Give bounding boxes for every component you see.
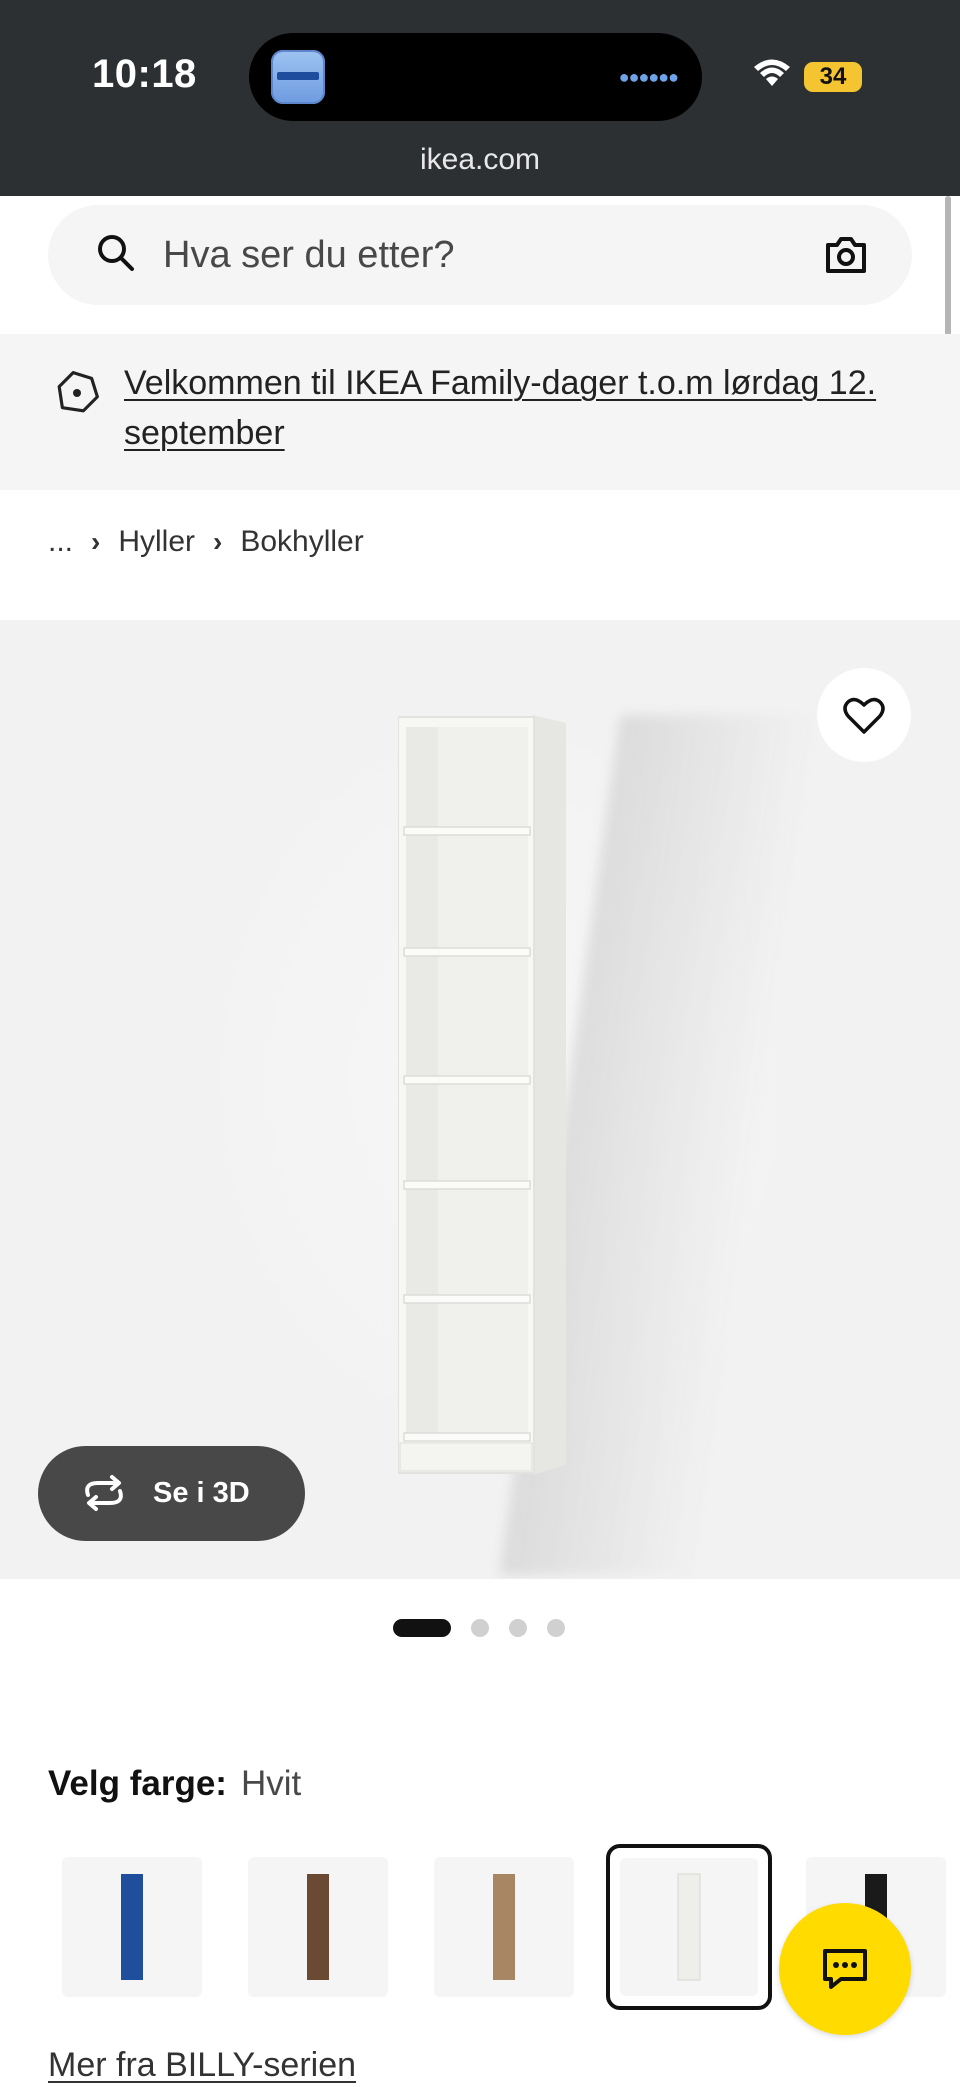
search-icon[interactable] <box>92 229 140 277</box>
url-bar[interactable]: ikea.com <box>0 143 960 177</box>
bookcase-thumbnail <box>121 1874 143 1980</box>
bookcase-thumbnail <box>493 1874 515 1980</box>
breadcrumb: ... › Hyller › Bokhyller <box>48 520 364 564</box>
view-3d-label: Se i 3D <box>153 1477 250 1509</box>
breadcrumb-item-hyller[interactable]: Hyller <box>118 525 195 559</box>
search-bar[interactable] <box>48 205 912 305</box>
selected-color-value: Hvit <box>240 1764 302 1803</box>
billy-series-link[interactable]: Mer fra BILLY-serien <box>48 2046 356 2085</box>
breadcrumb-more[interactable]: ... <box>48 525 73 559</box>
product-image-gallery[interactable] <box>0 620 960 1579</box>
color-selector-header: Velg farge: Hvit <box>48 1764 301 1804</box>
color-swatch-oak[interactable] <box>434 1857 574 1997</box>
heart-icon <box>843 697 885 734</box>
live-activity-dots-icon: ●●●●●● <box>618 67 679 87</box>
bookcase-thumbnail <box>677 1873 701 1981</box>
color-swatch-blue[interactable] <box>62 1857 202 1997</box>
product-image <box>398 715 566 1475</box>
color-swatch-brown[interactable] <box>248 1857 388 1997</box>
chat-support-button[interactable] <box>779 1903 911 2035</box>
breadcrumb-item-bokhyller[interactable]: Bokhyller <box>240 525 363 559</box>
view-3d-button[interactable]: Se i 3D <box>38 1446 305 1541</box>
gallery-dot-1[interactable] <box>393 1619 451 1637</box>
chat-icon <box>823 1949 867 1989</box>
color-swatch-white[interactable] <box>606 1844 772 2010</box>
gallery-dot-3[interactable] <box>509 1619 527 1637</box>
status-bar: 10:18 ●●●●●● 34 ikea.com <box>0 0 960 196</box>
dynamic-island: ●●●●●● <box>249 33 702 121</box>
page-scrollbar[interactable] <box>945 196 951 336</box>
bookcase-thumbnail <box>307 1874 329 1980</box>
family-days-link[interactable]: Velkommen til IKEA Family-dager t.o.m lø… <box>124 358 924 458</box>
gallery-dot-4[interactable] <box>547 1619 565 1637</box>
add-to-favourites-button[interactable] <box>817 668 911 762</box>
camera-icon[interactable] <box>822 231 870 279</box>
wifi-icon <box>754 59 790 86</box>
chevron-right-icon: › <box>213 526 223 557</box>
color-label: Velg farge: <box>48 1764 227 1803</box>
battery-indicator: 34 <box>804 62 876 92</box>
price-tag-icon <box>57 371 99 413</box>
chevron-right-icon: › <box>91 526 101 557</box>
rotate-3d-icon <box>85 1475 123 1511</box>
clock: 10:18 <box>92 52 197 96</box>
search-input[interactable] <box>163 205 763 305</box>
gallery-dot-2[interactable] <box>471 1619 489 1637</box>
live-activity-thumbnail <box>271 50 325 104</box>
gallery-pagination <box>393 1618 585 1638</box>
